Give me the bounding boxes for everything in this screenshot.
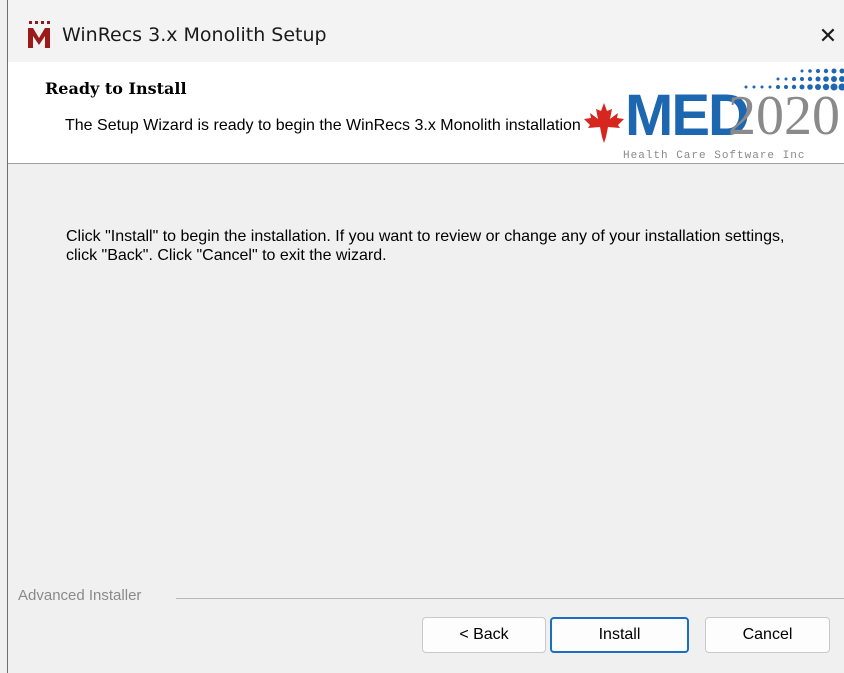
cancel-button[interactable]: Cancel xyxy=(705,617,830,653)
page-title: Ready to Install xyxy=(45,79,187,98)
footer-divider xyxy=(176,598,844,599)
logo-brand-number: 2020 xyxy=(728,85,840,147)
page-description: The Setup Wizard is ready to begin the W… xyxy=(65,117,581,134)
logo-tagline: Health Care Software Inc xyxy=(623,150,806,162)
maple-leaf-icon xyxy=(584,103,624,143)
back-button[interactable]: < Back xyxy=(422,617,546,653)
close-icon: ✕ xyxy=(818,23,838,49)
setup-window: WinRecs 3.x Monolith Setup ✕ Ready to In… xyxy=(0,0,844,673)
app-logo-icon xyxy=(28,21,50,48)
med2020-logo: MED 2020 Health Care Software Inc xyxy=(578,62,844,163)
close-button[interactable]: ✕ xyxy=(804,14,844,58)
instructions-text: Click "Install" to begin the installatio… xyxy=(66,228,785,264)
window-title: WinRecs 3.x Monolith Setup xyxy=(62,24,327,46)
title-bar[interactable]: WinRecs 3.x Monolith Setup ✕ xyxy=(8,0,844,62)
installer-branding: Advanced Installer xyxy=(18,587,148,604)
header-banner: Ready to Install MED 2020 Health Care So… xyxy=(8,62,844,164)
install-button[interactable]: Install xyxy=(550,617,689,653)
